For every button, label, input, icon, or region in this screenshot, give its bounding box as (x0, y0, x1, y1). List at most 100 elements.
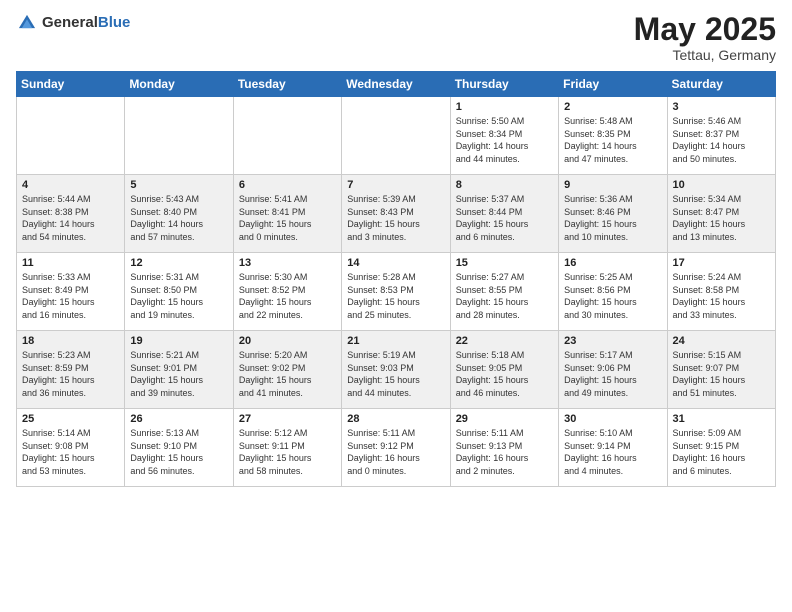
table-row: 2Sunrise: 5:48 AM Sunset: 8:35 PM Daylig… (559, 97, 667, 175)
day-info: Sunrise: 5:28 AM Sunset: 8:53 PM Dayligh… (347, 271, 444, 321)
day-info: Sunrise: 5:21 AM Sunset: 9:01 PM Dayligh… (130, 349, 227, 399)
col-wednesday: Wednesday (342, 72, 450, 97)
table-row: 3 Sunrise: 5:46 AM Sunset: 8:37 PM Daylig… (667, 97, 775, 175)
day-number: 3 (673, 101, 770, 113)
table-row: 10Sunrise: 5:34 AM Sunset: 8:47 PM Dayli… (667, 175, 775, 253)
day-number: 30 (564, 413, 661, 425)
calendar-week-row: 25 Sunrise: 5:14 AM Sunset: 9:08 PM Dayli… (17, 409, 776, 487)
table-row: 6 Sunrise: 5:41 AM Sunset: 8:41 PM Daylig… (233, 175, 341, 253)
day-number: 27 (239, 413, 336, 425)
day-info: Sunrise: 5:11 AM Sunset: 9:13 PM Dayligh… (456, 427, 553, 477)
table-row: 25 Sunrise: 5:14 AM Sunset: 9:08 PM Dayli… (17, 409, 125, 487)
day-info: Sunrise: 5:27 AM Sunset: 8:55 PM Dayligh… (456, 271, 553, 321)
logo-general-text: General (42, 14, 98, 31)
day-number: 6 (239, 179, 336, 191)
day-number: 16 (564, 257, 661, 269)
day-number: 9 (564, 179, 661, 191)
table-row: 22 Sunrise: 5:18 AM Sunset: 9:05 PM Dayli… (450, 331, 558, 409)
day-info: Sunrise: 5:33 AM Sunset: 8:49 PM Dayligh… (22, 271, 119, 321)
page-header: GeneralBlue May 2025 Tettau, Germany (16, 12, 776, 63)
table-row: 30 Sunrise: 5:10 AM Sunset: 9:14 PM Dayli… (559, 409, 667, 487)
day-number: 5 (130, 179, 227, 191)
day-info: Sunrise: 5:12 AM Sunset: 9:11 PM Dayligh… (239, 427, 336, 477)
table-row: 24 Sunrise: 5:15 AM Sunset: 9:07 PM Dayli… (667, 331, 775, 409)
table-row (233, 97, 341, 175)
day-number: 23 (564, 335, 661, 347)
day-number: 12 (130, 257, 227, 269)
table-row: 1Sunrise: 5:50 AM Sunset: 8:34 PM Daylig… (450, 97, 558, 175)
table-row: 9Sunrise: 5:36 AM Sunset: 8:46 PM Daylig… (559, 175, 667, 253)
table-row: 27 Sunrise: 5:12 AM Sunset: 9:11 PM Dayli… (233, 409, 341, 487)
day-info: Sunrise: 5:23 AM Sunset: 8:59 PM Dayligh… (22, 349, 119, 399)
day-number: 14 (347, 257, 444, 269)
col-tuesday: Tuesday (233, 72, 341, 97)
calendar-week-row: 18 Sunrise: 5:23 AM Sunset: 8:59 PM Dayli… (17, 331, 776, 409)
logo-blue-text: Blue (98, 14, 131, 31)
day-info: Sunrise: 5:19 AM Sunset: 9:03 PM Dayligh… (347, 349, 444, 399)
day-info: Sunrise: 5:10 AM Sunset: 9:14 PM Dayligh… (564, 427, 661, 477)
day-number: 26 (130, 413, 227, 425)
day-number: 28 (347, 413, 444, 425)
table-row (342, 97, 450, 175)
table-row: 18 Sunrise: 5:23 AM Sunset: 8:59 PM Dayli… (17, 331, 125, 409)
table-row: 23Sunrise: 5:17 AM Sunset: 9:06 PM Dayli… (559, 331, 667, 409)
table-row: 26 Sunrise: 5:13 AM Sunset: 9:10 PM Dayli… (125, 409, 233, 487)
col-friday: Friday (559, 72, 667, 97)
day-number: 19 (130, 335, 227, 347)
table-row: 20 Sunrise: 5:20 AM Sunset: 9:02 PM Dayli… (233, 331, 341, 409)
day-number: 7 (347, 179, 444, 191)
day-info: Sunrise: 5:24 AM Sunset: 8:58 PM Dayligh… (673, 271, 770, 321)
table-row: 12 Sunrise: 5:31 AM Sunset: 8:50 PM Dayli… (125, 253, 233, 331)
day-info: Sunrise: 5:37 AM Sunset: 8:44 PM Dayligh… (456, 193, 553, 243)
day-info: Sunrise: 5:43 AM Sunset: 8:40 PM Dayligh… (130, 193, 227, 243)
day-number: 31 (673, 413, 770, 425)
day-number: 11 (22, 257, 119, 269)
day-info: Sunrise: 5:41 AM Sunset: 8:41 PM Dayligh… (239, 193, 336, 243)
day-info: Sunrise: 5:09 AM Sunset: 9:15 PM Dayligh… (673, 427, 770, 477)
table-row (125, 97, 233, 175)
table-row: 16Sunrise: 5:25 AM Sunset: 8:56 PM Dayli… (559, 253, 667, 331)
location: Tettau, Germany (634, 47, 776, 63)
day-number: 25 (22, 413, 119, 425)
day-info: Sunrise: 5:46 AM Sunset: 8:37 PM Dayligh… (673, 115, 770, 165)
day-number: 4 (22, 179, 119, 191)
day-info: Sunrise: 5:44 AM Sunset: 8:38 PM Dayligh… (22, 193, 119, 243)
day-number: 15 (456, 257, 553, 269)
table-row: 11 Sunrise: 5:33 AM Sunset: 8:49 PM Dayli… (17, 253, 125, 331)
day-info: Sunrise: 5:39 AM Sunset: 8:43 PM Dayligh… (347, 193, 444, 243)
table-row: 14 Sunrise: 5:28 AM Sunset: 8:53 PM Dayli… (342, 253, 450, 331)
day-info: Sunrise: 5:14 AM Sunset: 9:08 PM Dayligh… (22, 427, 119, 477)
table-row: 5 Sunrise: 5:43 AM Sunset: 8:40 PM Daylig… (125, 175, 233, 253)
day-number: 18 (22, 335, 119, 347)
calendar-table: Sunday Monday Tuesday Wednesday Thursday… (16, 71, 776, 487)
col-thursday: Thursday (450, 72, 558, 97)
day-info: Sunrise: 5:20 AM Sunset: 9:02 PM Dayligh… (239, 349, 336, 399)
day-info: Sunrise: 5:13 AM Sunset: 9:10 PM Dayligh… (130, 427, 227, 477)
col-monday: Monday (125, 72, 233, 97)
table-row: 28 Sunrise: 5:11 AM Sunset: 9:12 PM Dayli… (342, 409, 450, 487)
table-row: 7 Sunrise: 5:39 AM Sunset: 8:43 PM Daylig… (342, 175, 450, 253)
day-info: Sunrise: 5:15 AM Sunset: 9:07 PM Dayligh… (673, 349, 770, 399)
day-info: Sunrise: 5:31 AM Sunset: 8:50 PM Dayligh… (130, 271, 227, 321)
day-number: 10 (673, 179, 770, 191)
table-row: 17 Sunrise: 5:24 AM Sunset: 8:58 PM Dayli… (667, 253, 775, 331)
day-number: 22 (456, 335, 553, 347)
day-number: 17 (673, 257, 770, 269)
day-number: 8 (456, 179, 553, 191)
day-number: 13 (239, 257, 336, 269)
calendar-week-row: 1Sunrise: 5:50 AM Sunset: 8:34 PM Daylig… (17, 97, 776, 175)
day-number: 21 (347, 335, 444, 347)
day-number: 2 (564, 101, 661, 113)
table-row: 31 Sunrise: 5:09 AM Sunset: 9:15 PM Dayli… (667, 409, 775, 487)
day-number: 1 (456, 101, 553, 113)
day-number: 20 (239, 335, 336, 347)
day-number: 29 (456, 413, 553, 425)
title-block: May 2025 Tettau, Germany (634, 12, 776, 63)
table-row: 4 Sunrise: 5:44 AM Sunset: 8:38 PM Daylig… (17, 175, 125, 253)
table-row: 8 Sunrise: 5:37 AM Sunset: 8:44 PM Daylig… (450, 175, 558, 253)
day-info: Sunrise: 5:18 AM Sunset: 9:05 PM Dayligh… (456, 349, 553, 399)
day-number: 24 (673, 335, 770, 347)
day-info: Sunrise: 5:11 AM Sunset: 9:12 PM Dayligh… (347, 427, 444, 477)
table-row (17, 97, 125, 175)
calendar-header-row: Sunday Monday Tuesday Wednesday Thursday… (17, 72, 776, 97)
